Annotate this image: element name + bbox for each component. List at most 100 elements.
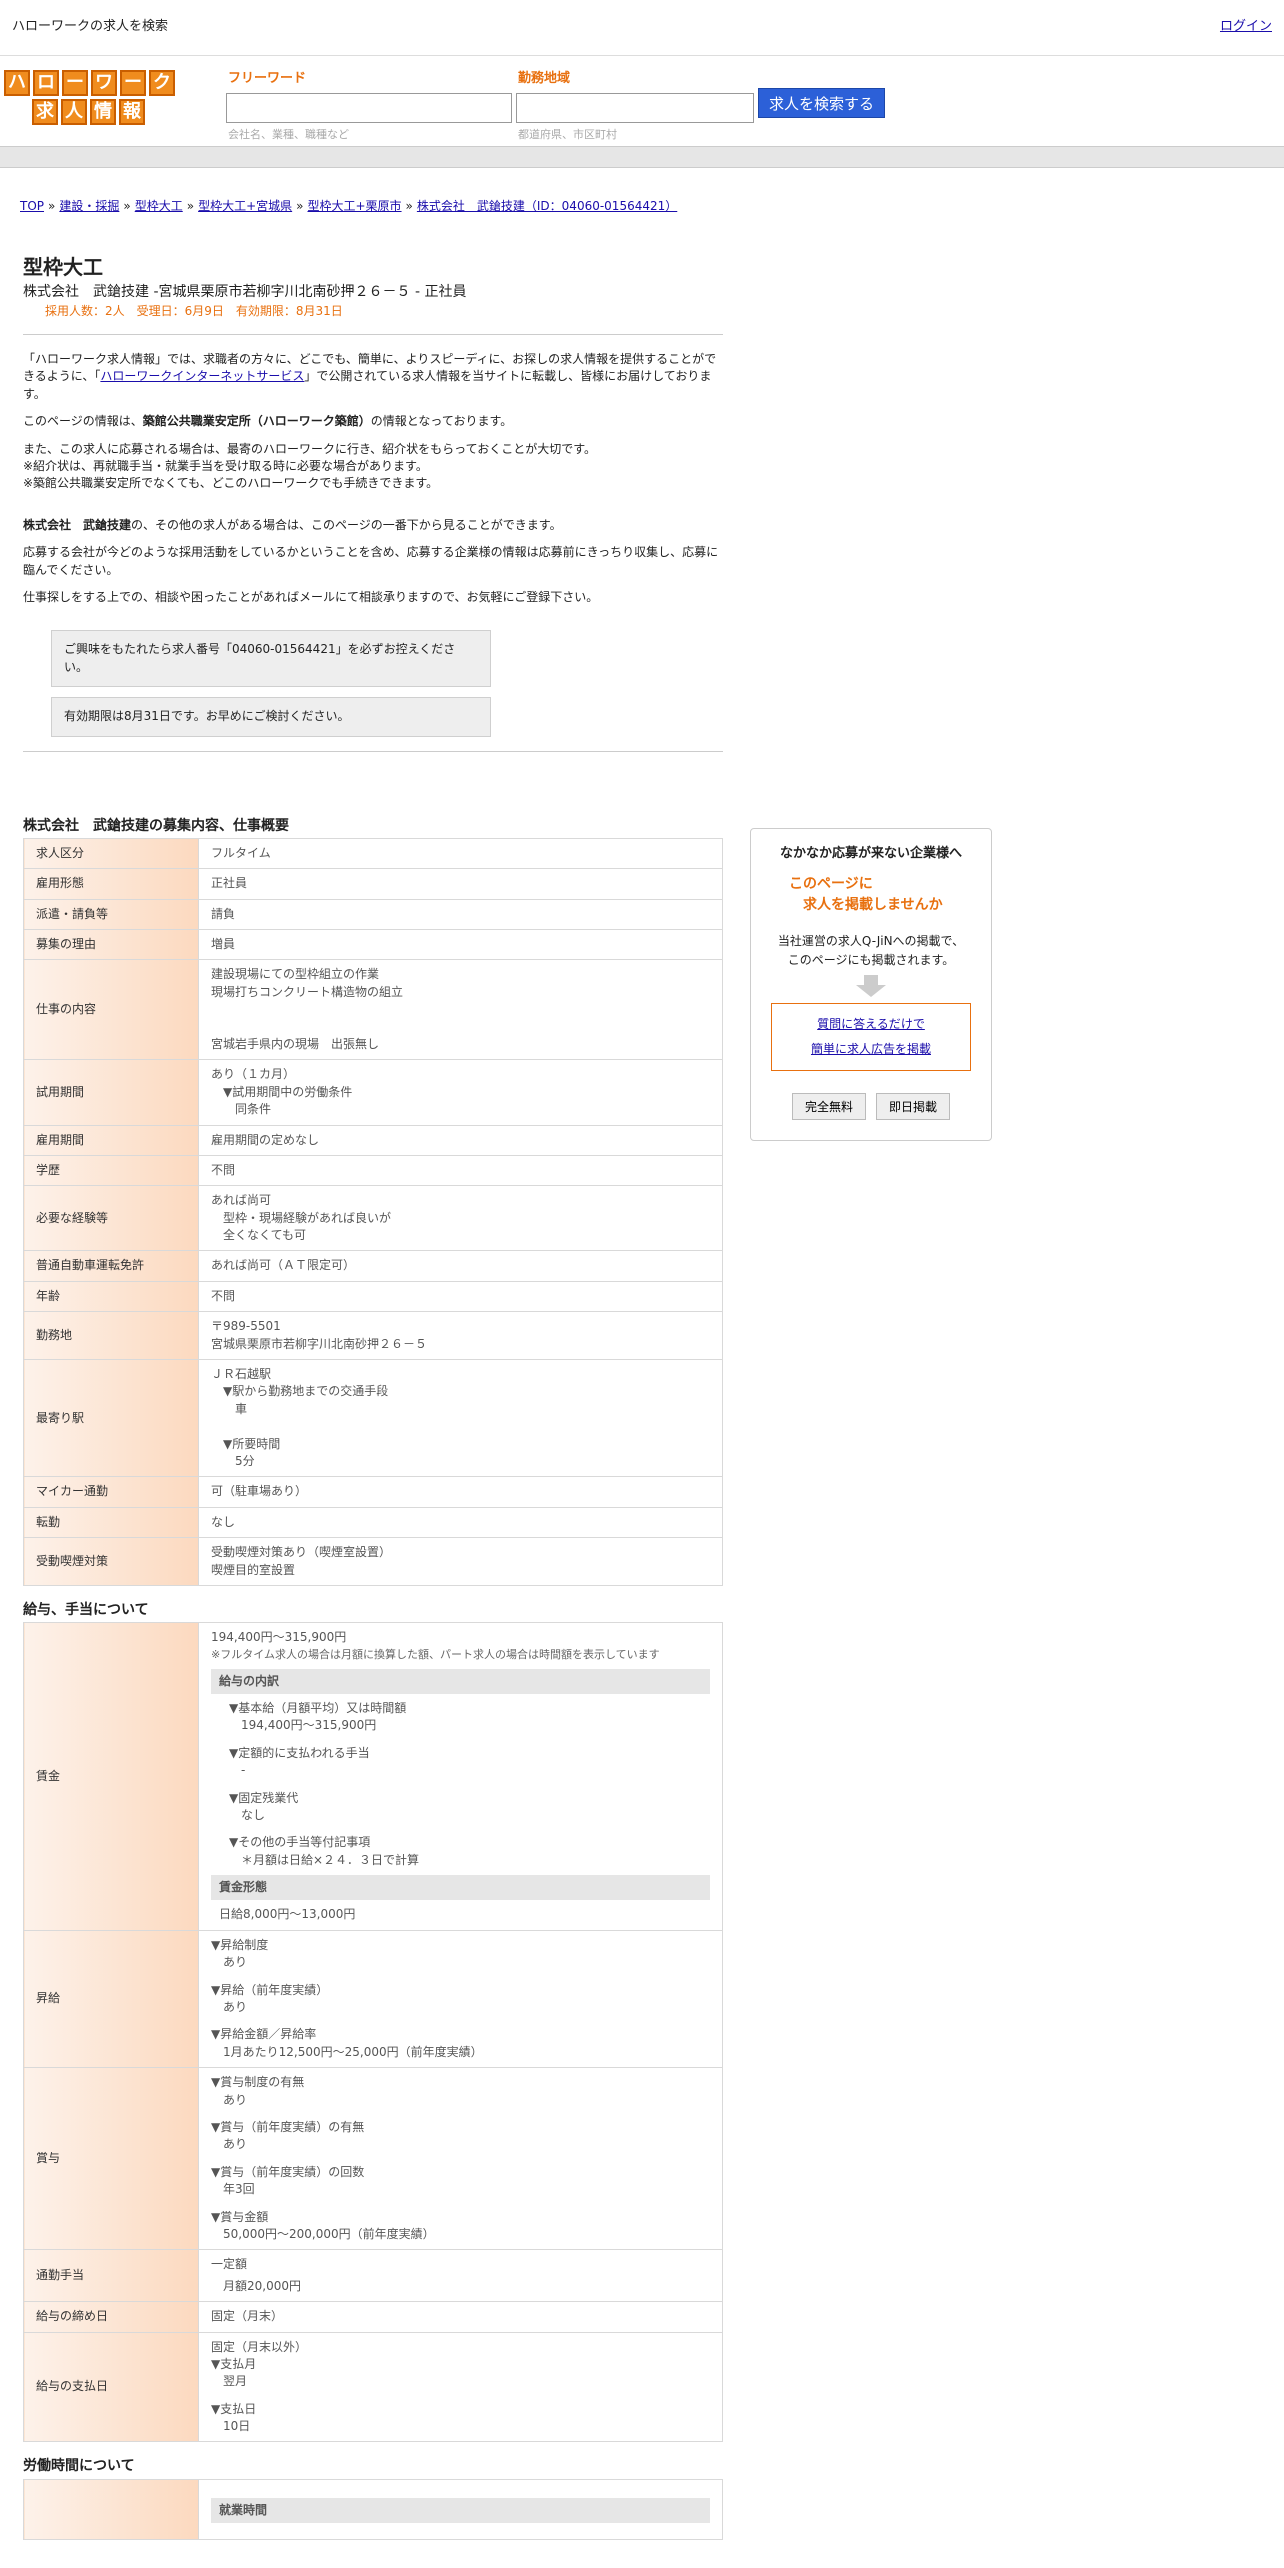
row-value-line: 宮城岩手県内の現場 出張無し	[211, 1036, 380, 1051]
group-value: あり	[223, 2000, 248, 2015]
site-logo[interactable]: ハローワーク 求人情報	[4, 70, 180, 128]
search-button[interactable]: 求人を検索する	[758, 88, 886, 118]
wage-note: ※フルタイム求人の場合は月額に換算した額、パート求人の場合は時間額を表示していま…	[211, 1647, 660, 1661]
row-value-line: 現場打ちコンクリート構造物の組立	[211, 984, 404, 999]
row-label: 昇給	[23, 1929, 199, 2069]
breadcrumb-separator: »	[186, 199, 195, 213]
payday-month-head: ▼支払月	[211, 2356, 257, 2371]
logo-char: 求	[32, 99, 58, 125]
group-head: ▼昇給制度	[211, 1937, 269, 1952]
row-value-commute: 一定額 月額20,000円	[198, 2249, 723, 2303]
breadcrumb-separator: »	[123, 199, 131, 213]
row-label: マイカー通勤	[23, 1476, 199, 1508]
wage-form-value: 日給8,000円〜13,000円	[219, 1907, 356, 1922]
row-value-line: なし	[211, 1514, 236, 1529]
row-label: 最寄り駅	[23, 1359, 199, 1478]
wage-range: 194,400円〜315,900円	[211, 1630, 347, 1645]
intro-text-span: ※紹介状は、再就職手当・就業手当を受け取る時に必要な場合があります。	[23, 459, 428, 474]
group-head: ▼賞与制度の有無	[211, 2075, 305, 2090]
hours-head: 就業時間	[211, 2497, 710, 2524]
table-row: マイカー通勤 可（駐車場あり）	[23, 1476, 723, 1508]
row-value-line: あれば尚可	[211, 1193, 272, 1208]
ad-catchphrase: このページに 求人を掲載しませんか	[759, 874, 983, 916]
table-row: 必要な経験等 あれば尚可 型枠・現場経験があれば良いが 全くなくても可	[23, 1185, 723, 1252]
ad-link-box: 質問に答えるだけで 簡単に求人広告を掲載	[771, 1002, 971, 1071]
ad-link-question[interactable]: 質問に答えるだけで	[817, 1017, 925, 1031]
intro-paragraph-3: また、この求人に応募される場合は、最寄のハローワークに行き、紹介状をもらっておく…	[23, 441, 723, 493]
login-link[interactable]: ログイン	[1220, 18, 1272, 37]
breadcrumb-link[interactable]: 建設・採掘	[59, 199, 119, 213]
row-value: あれば尚可 型枠・現場経験があれば良いが 全くなくても可	[198, 1185, 723, 1252]
breakdown-item-value: ＊月額は日給×２４．３日で計算	[241, 1852, 420, 1867]
group-value: あり	[223, 1955, 248, 1970]
row-value: 正社員	[198, 868, 723, 900]
area-input[interactable]	[516, 92, 754, 123]
payday-type: 固定（月末以外）	[211, 2339, 308, 2354]
logo-char: ー	[120, 70, 146, 96]
freeword-hint: 会社名、業種、職種など	[228, 127, 349, 141]
row-value: 不問	[198, 1280, 723, 1313]
left-column: 型枠大工 株式会社 武鎗技建 -宮城県栗原市若柳字川北南砂押２６－５ - 正社員…	[23, 215, 723, 2540]
ad-desc-line-2: このページにも掲載されます。	[787, 953, 955, 968]
main-content: 型枠大工 株式会社 武鎗技建 -宮城県栗原市若柳字川北南砂押２６－５ - 正社員…	[0, 215, 1284, 2540]
logo-row-2: 求人情報	[4, 99, 180, 125]
row-value-line: 正社員	[211, 876, 248, 891]
row-value: 雇用期間の定めなし	[198, 1124, 723, 1156]
logo-char: 情	[90, 99, 116, 125]
row-label: 勤務地	[23, 1311, 199, 1361]
area-group: 勤務地域 都道府県、市区町村	[516, 70, 754, 143]
row-value-line: ＪＲ石越駅	[211, 1367, 272, 1382]
row-label: 学歴	[23, 1154, 199, 1187]
intro-paragraph-1: 「ハローワーク求人情報」では、求職者の方々に、どこでも、簡単に、よりスピーディに…	[23, 351, 723, 403]
row-label-wage: 賃金	[23, 1622, 199, 1931]
freeword-input[interactable]	[226, 92, 512, 123]
row-value-line: ▼所要時間	[211, 1436, 281, 1451]
row-value: ▼昇給制度 あり ▼昇給（前年度実績） あり ▼昇給金額／昇給率 1月あたり12,500円…	[198, 1929, 723, 2069]
row-label: 普通自動車運転免許	[23, 1250, 199, 1282]
logo-char: ハ	[4, 70, 30, 96]
row-value-line: 同条件	[211, 1102, 272, 1117]
breadcrumb-link[interactable]: 株式会社 武鎗技建（ID：04060-01564421）	[417, 199, 677, 213]
ad-catch-line-2: 求人を掲載しませんか	[803, 897, 943, 914]
row-label: 試用期間	[23, 1059, 199, 1126]
intro-text-span: このページの情報は、	[23, 414, 143, 429]
free-button[interactable]: 完全無料	[791, 1092, 866, 1120]
intro-paragraph-4: 株式会社 武鎗技建の、その他の求人がある場合は、このページの一番下から見ることが…	[23, 517, 723, 534]
table-row: 賃金 194,400円〜315,900円 ※フルタイム求人の場合は月額に換算した…	[23, 1622, 723, 1931]
breakdown-item-value: -	[241, 1763, 246, 1778]
row-value: 増員	[198, 929, 723, 961]
breadcrumb-link[interactable]: 型枠大工	[135, 199, 183, 213]
payday-day: 10日	[223, 2419, 251, 2434]
row-value-line: あれば尚可（ＡＴ限定可）	[211, 1258, 356, 1273]
right-column: なかなか応募が来ない企業様へ このページに 求人を掲載しませんか 当社運営の求人…	[750, 828, 992, 2539]
row-value-line: 5分	[211, 1454, 255, 1468]
same-day-button[interactable]: 即日掲載	[876, 1092, 951, 1120]
breadcrumb-link[interactable]: 型枠大工+栗原市	[307, 199, 401, 213]
payday-day-head: ▼支払日	[211, 2401, 257, 2416]
table-row: 年齢 不問	[23, 1280, 723, 1313]
row-value-line: 車	[211, 1401, 248, 1416]
group-value: 50,000円〜200,000円（前年度実績）	[223, 2226, 435, 2241]
header: ハローワーク 求人情報 フリーワード 会社名、業種、職種など 勤務地域 都道府県…	[0, 56, 1284, 146]
site-name: ハローワークの求人を検索	[12, 19, 169, 35]
group-head: ▼賞与（前年度実績）の回数	[211, 2164, 365, 2179]
ad-buttons: 完全無料 即日掲載	[759, 1092, 983, 1120]
row-value: なし	[198, 1506, 723, 1539]
company-line: 株式会社 武鎗技建 -宮城県栗原市若柳字川北南砂押２６－５ - 正社員	[23, 284, 467, 301]
table-row: 通勤手当 一定額 月額20,000円	[23, 2249, 723, 2303]
hellowork-internet-service-link[interactable]: ハローワークインターネットサービス	[100, 369, 304, 383]
table-row: 最寄り駅 ＪＲ石越駅 ▼駅から勤務地までの交通手段 車 ▼所要時間 5分	[23, 1359, 723, 1478]
table-row: 転勤 なし	[23, 1506, 723, 1539]
breadcrumb-link[interactable]: TOP	[20, 199, 44, 213]
table-row: 募集の理由 増員	[23, 929, 723, 961]
hours-table: 就業時間	[23, 2478, 723, 2540]
breakdown-item-head: ▼基本給（月額平均）又は時間額	[229, 1700, 407, 1715]
row-label: 派遣・請負等	[23, 898, 199, 931]
ad-link-post[interactable]: 簡単に求人広告を掲載	[811, 1042, 931, 1056]
row-value-line: 型枠・現場経験があれば良いが	[211, 1210, 392, 1225]
page-title: 型枠大工	[23, 255, 103, 280]
breadcrumb-link[interactable]: 型枠大工+宮城県	[198, 199, 292, 213]
row-label-hours	[23, 2478, 199, 2540]
row-label-closing: 給与の締め日	[23, 2301, 199, 2333]
table-row: 仕事の内容 建設現場にての型枠組立の作業 現場打ちコンクリート構造物の組立 宮城岩手…	[23, 959, 723, 1061]
